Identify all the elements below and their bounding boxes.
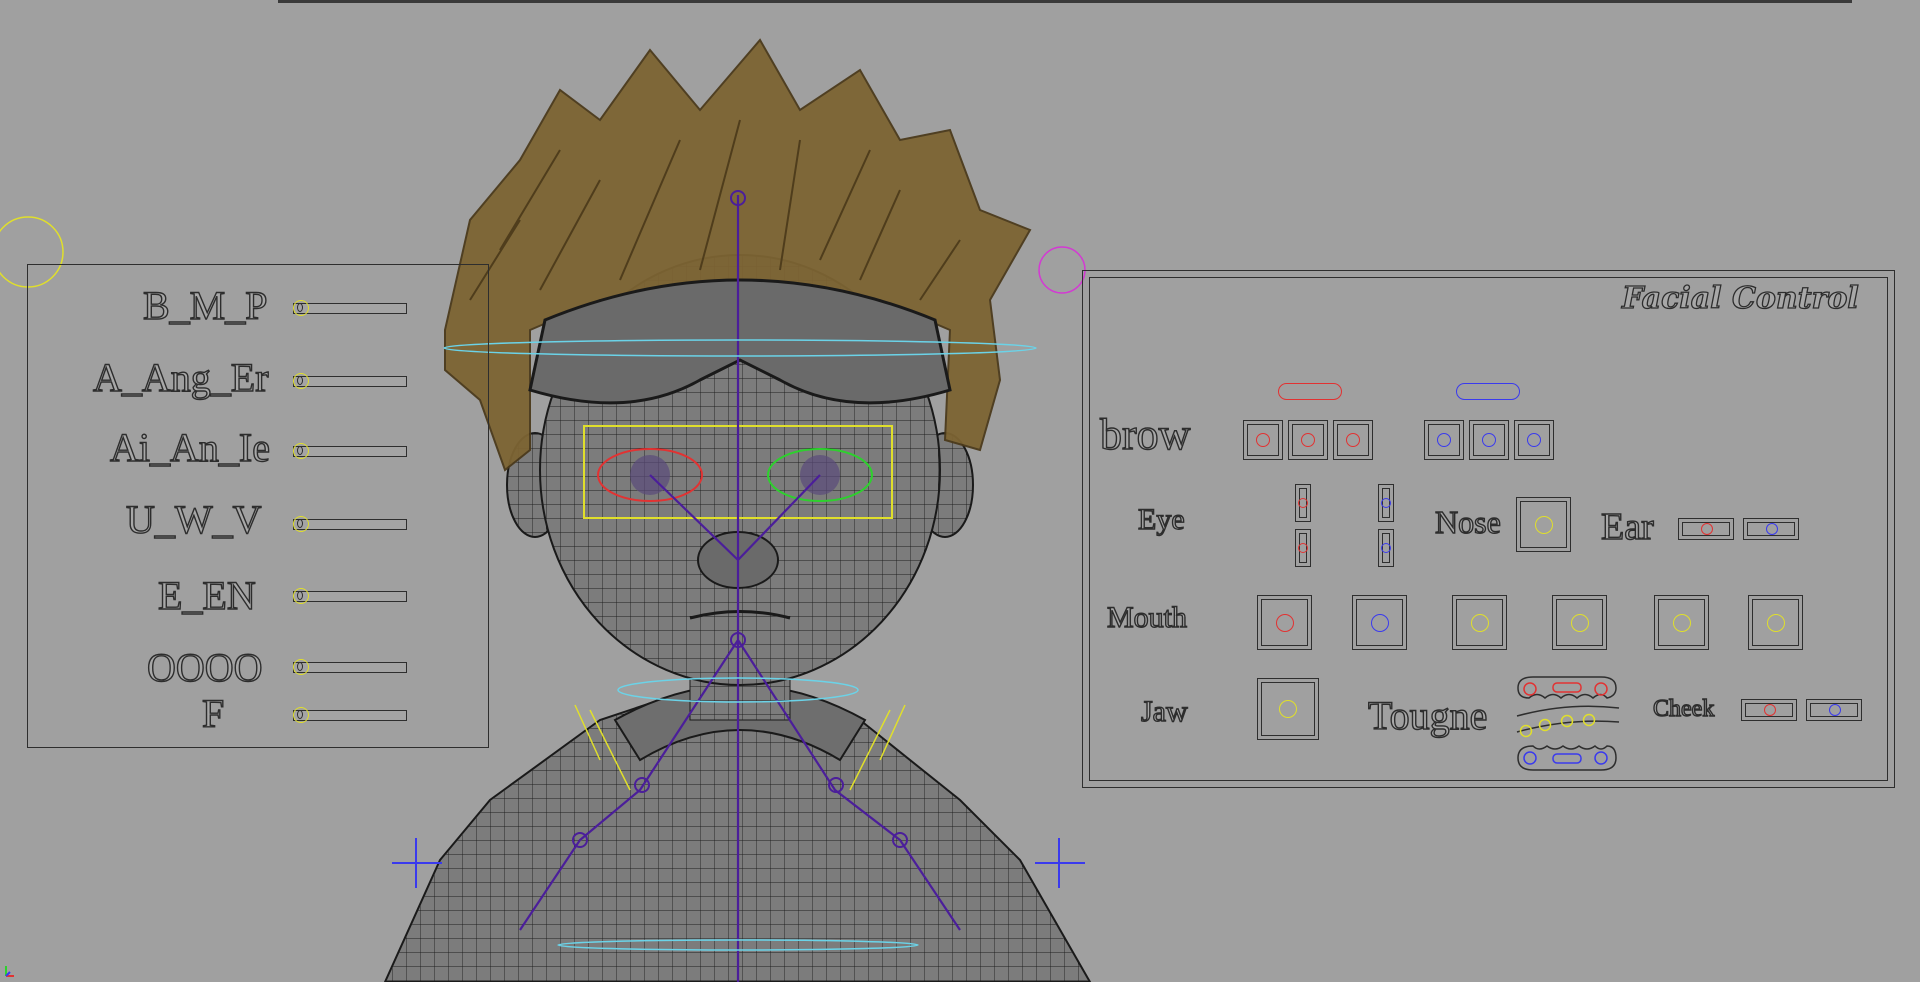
right-hand-ik-cross (1035, 838, 1085, 888)
slider-knob-u-w-v[interactable] (293, 516, 309, 532)
left-brow-master-ctrl[interactable] (1278, 383, 1342, 400)
left-brow-outer-ctrl[interactable] (1333, 420, 1373, 460)
nose-label: Nose (1434, 504, 1501, 540)
left-cheek-ctrl[interactable] (1741, 699, 1797, 721)
right-cheek-ctrl[interactable] (1806, 699, 1862, 721)
mouth-lower-lip-ctrl[interactable] (1552, 595, 1607, 650)
slider-track-bmp[interactable] (293, 303, 407, 314)
slider-knob-a-ang-er[interactable] (293, 373, 309, 389)
brow-label: brow (1099, 410, 1191, 459)
slider-label-bmp: B_M_P (142, 283, 268, 328)
slider-knob-oooo[interactable] (293, 659, 309, 675)
slider-track-ai-an-ie[interactable] (293, 446, 407, 457)
mouth-smile-ctrl[interactable] (1748, 595, 1803, 650)
mouth-open-ctrl[interactable] (1654, 595, 1709, 650)
slider-knob-bmp[interactable] (293, 300, 309, 316)
left-brow-mid-ctrl[interactable] (1288, 420, 1328, 460)
facial-control-title: Facial Control (1621, 281, 1859, 316)
left-ear-ctrl[interactable] (1678, 518, 1734, 540)
mouth-corner-left-ctrl[interactable] (1257, 595, 1312, 650)
cheek-label: Cheek (1652, 696, 1715, 722)
slider-track-a-ang-er[interactable] (293, 376, 407, 387)
nose-ctrl[interactable] (1516, 497, 1571, 552)
slider-track-e-en[interactable] (293, 591, 407, 602)
slider-track-oooo[interactable] (293, 662, 407, 673)
left-lower-lid-ctrl[interactable] (1295, 529, 1311, 567)
right-lower-lid-ctrl[interactable] (1378, 529, 1394, 567)
slider-label-u-w-v: U_W_V (125, 497, 262, 542)
right-brow-master-ctrl[interactable] (1456, 383, 1520, 400)
jaw-label: Jaw (1140, 695, 1188, 728)
slider-knob-e-en[interactable] (293, 588, 309, 604)
slider-label-f: F (201, 691, 225, 736)
right-brow-mid-ctrl[interactable] (1469, 420, 1509, 460)
right-ear-ctrl[interactable] (1743, 518, 1799, 540)
mouth-corner-right-ctrl[interactable] (1352, 595, 1407, 650)
tongue-ctrls[interactable] (1513, 674, 1623, 776)
slider-label-a-ang-er: A_Ang_Er (92, 355, 269, 400)
left-upper-lid-ctrl[interactable] (1295, 484, 1311, 522)
right-brow-inner-ctrl[interactable] (1424, 420, 1464, 460)
slider-knob-f[interactable] (293, 707, 309, 723)
view-axis-gizmo (5, 966, 14, 977)
magenta-locator-circle (1038, 246, 1086, 294)
mouth-label: Mouth (1106, 601, 1188, 634)
right-brow-outer-ctrl[interactable] (1514, 420, 1554, 460)
right-upper-lid-ctrl[interactable] (1378, 484, 1394, 522)
slider-knob-ai-an-ie[interactable] (293, 443, 309, 459)
ear-label: Ear (1600, 506, 1654, 548)
jaw-ctrl[interactable] (1257, 678, 1319, 740)
slider-label-oooo: OOOO (146, 645, 263, 690)
left-brow-inner-ctrl[interactable] (1243, 420, 1283, 460)
mouth-upper-lip-ctrl[interactable] (1452, 595, 1507, 650)
slider-label-e-en: E_EN (157, 573, 256, 618)
slider-track-u-w-v[interactable] (293, 519, 407, 530)
slider-track-f[interactable] (293, 710, 407, 721)
maya-viewport[interactable]: B_M_P A_Ang_Er Ai_An_Ie U_W_V E_EN OOOO … (0, 0, 1920, 982)
slider-label-ai-an-ie: Ai_An_Ie (109, 425, 270, 470)
tongue-label: Tougne (1367, 693, 1488, 738)
eye-label: Eye (1137, 503, 1185, 536)
